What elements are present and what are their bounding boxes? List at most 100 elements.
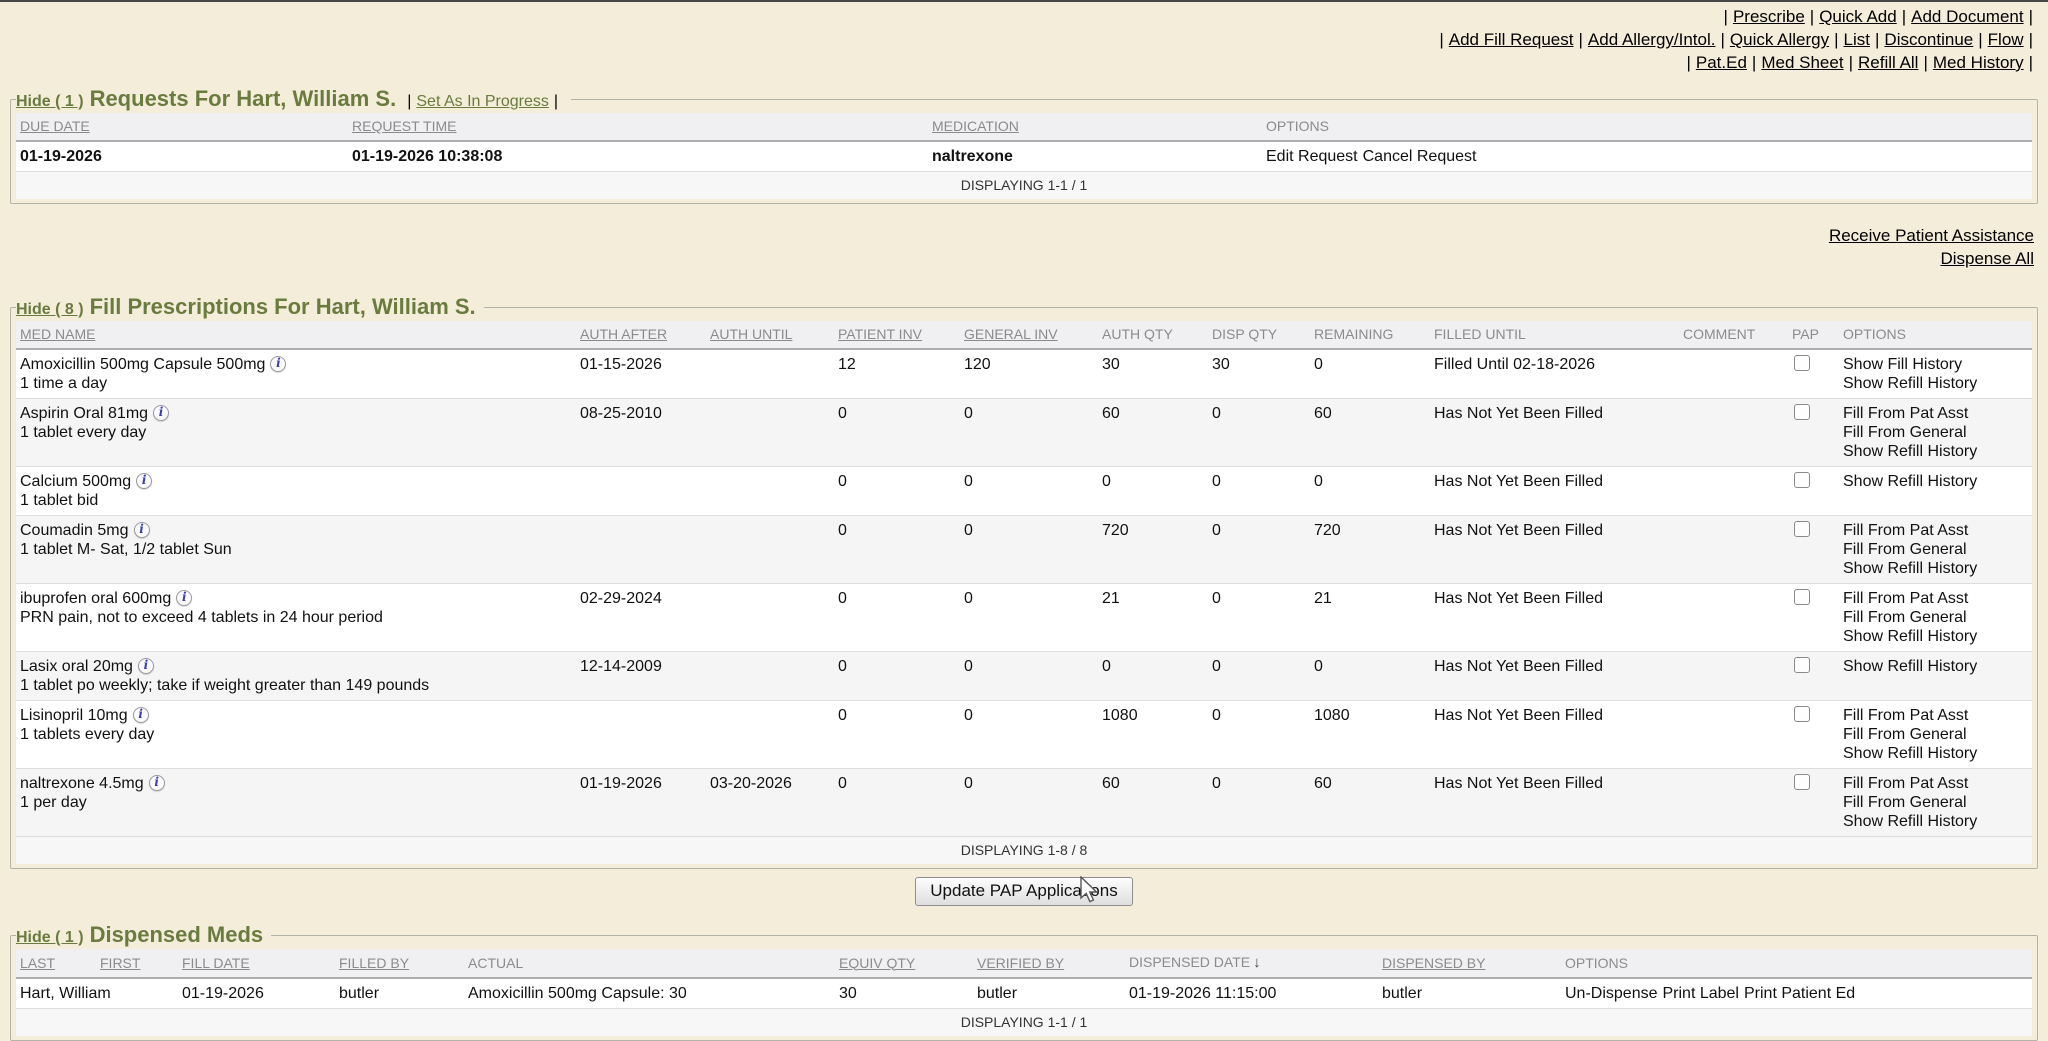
info-icon[interactable]: i (270, 356, 286, 372)
nav-pat-ed[interactable]: Pat.Ed (1696, 53, 1747, 72)
pap-checkbox[interactable] (1794, 774, 1810, 790)
info-icon[interactable]: i (136, 473, 152, 489)
update-pap-applications-button[interactable]: Update PAP Applications (915, 877, 1132, 906)
col-auth-after[interactable]: AUTH AFTER (576, 321, 706, 349)
show-refill-history-link[interactable]: Show Refill History (1843, 442, 2028, 461)
nav-add-allergy-intol[interactable]: Add Allergy/Intol. (1588, 30, 1716, 49)
col-auth-until[interactable]: AUTH UNTIL (706, 321, 834, 349)
patient-inv: 0 (834, 467, 960, 516)
col-equiv-qty[interactable]: EQUIV QTY (835, 949, 973, 978)
fill-hide-link[interactable]: Hide ( 8 ) (16, 301, 84, 318)
show-refill-history-link[interactable]: Show Refill History (1843, 627, 2028, 646)
auth-after (576, 467, 706, 516)
fill-options: Fill From Pat Asst Fill From General Sho… (1839, 769, 2032, 837)
disp-qty: 0 (1208, 516, 1310, 584)
col-dispensed-by[interactable]: DISPENSED BY (1378, 949, 1561, 978)
fill-options: Fill From Pat Asst Fill From General Sho… (1839, 701, 2032, 769)
pap-checkbox[interactable] (1794, 657, 1810, 673)
info-icon[interactable]: i (138, 658, 154, 674)
info-icon[interactable]: i (153, 405, 169, 421)
show-refill-history-link[interactable]: Show Refill History (1843, 744, 2028, 763)
show-fill-history-link[interactable]: Show Fill History (1843, 355, 2028, 374)
remaining: 0 (1310, 652, 1430, 701)
nav-quick-add[interactable]: Quick Add (1819, 7, 1897, 26)
fill-from-pat-asst-link[interactable]: Fill From Pat Asst (1843, 774, 2028, 793)
fill-from-general-link[interactable]: Fill From General (1843, 540, 2028, 559)
col-first[interactable]: FIRST (96, 949, 178, 978)
patient-inv: 0 (834, 399, 960, 467)
general-inv: 0 (960, 701, 1098, 769)
nav-row-3: Pat.Ed Med Sheet Refill All Med History (0, 51, 2038, 74)
pap-checkbox[interactable] (1794, 355, 1810, 371)
dispensed-hide-link[interactable]: Hide ( 1 ) (16, 929, 84, 946)
remaining: 0 (1310, 467, 1430, 516)
un-dispense-link[interactable]: Un-Dispense (1565, 985, 1657, 1002)
med-sig: 1 tablet bid (20, 491, 572, 510)
nav-add-fill-request[interactable]: Add Fill Request (1449, 30, 1574, 49)
show-refill-history-link[interactable]: Show Refill History (1843, 374, 2028, 393)
nav-refill-all[interactable]: Refill All (1858, 53, 1918, 72)
auth-until (706, 399, 834, 467)
nav-discontinue[interactable]: Discontinue (1884, 30, 1973, 49)
pap-checkbox[interactable] (1794, 589, 1810, 605)
print-patient-ed-link[interactable]: Print Patient Ed (1744, 985, 1855, 1002)
show-refill-history-link[interactable]: Show Refill History (1843, 657, 2028, 676)
fill-row-amoxicillin: Amoxicillin 500mg Capsule 500mgi1 time a… (16, 349, 2032, 399)
dispense-all-link[interactable]: Dispense All (0, 247, 2034, 270)
show-refill-history-link[interactable]: Show Refill History (1843, 812, 2028, 831)
filled-until: Has Not Yet Been Filled (1430, 584, 1679, 652)
med-name: Lasix oral 20mg (20, 658, 133, 675)
fill-from-general-link[interactable]: Fill From General (1843, 725, 2028, 744)
pap-checkbox[interactable] (1794, 521, 1810, 537)
nav-add-document[interactable]: Add Document (1911, 7, 2023, 26)
cancel-request-link[interactable]: Cancel Request (1363, 148, 1477, 165)
col-due-date[interactable]: DUE DATE (16, 113, 348, 141)
pap-checkbox[interactable] (1794, 472, 1810, 488)
show-refill-history-link[interactable]: Show Refill History (1843, 559, 2028, 578)
col-request-time[interactable]: REQUEST TIME (348, 113, 928, 141)
receive-patient-assistance-link[interactable]: Receive Patient Assistance (0, 224, 2034, 247)
fill-from-general-link[interactable]: Fill From General (1843, 793, 2028, 812)
fill-from-pat-asst-link[interactable]: Fill From Pat Asst (1843, 589, 2028, 608)
requests-hide-link[interactable]: Hide ( 1 ) (16, 93, 84, 110)
col-fill-date[interactable]: FILL DATE (178, 949, 335, 978)
nav-flow[interactable]: Flow (1988, 30, 2024, 49)
col-verified-by[interactable]: VERIFIED BY (973, 949, 1125, 978)
auth-until (706, 516, 834, 584)
separator (1923, 53, 1927, 72)
pap-checkbox[interactable] (1794, 706, 1810, 722)
fill-from-pat-asst-link[interactable]: Fill From Pat Asst (1843, 404, 2028, 423)
pap-checkbox[interactable] (1794, 404, 1810, 420)
nav-med-sheet[interactable]: Med Sheet (1761, 53, 1843, 72)
nav-med-history[interactable]: Med History (1933, 53, 2024, 72)
col-dispensed-date[interactable]: DISPENSED DATE↓ (1125, 949, 1378, 978)
info-icon[interactable]: i (149, 775, 165, 791)
requests-header-row: DUE DATE REQUEST TIME MEDICATION OPTIONS (16, 113, 2032, 141)
fill-from-general-link[interactable]: Fill From General (1843, 608, 2028, 627)
set-as-in-progress-link[interactable]: Set As In Progress (416, 93, 549, 110)
auth-after (576, 516, 706, 584)
col-filled-by[interactable]: FILLED BY (335, 949, 464, 978)
fill-from-pat-asst-link[interactable]: Fill From Pat Asst (1843, 706, 2028, 725)
col-general-inv[interactable]: GENERAL INV (960, 321, 1098, 349)
info-icon[interactable]: i (134, 522, 150, 538)
show-refill-history-link[interactable]: Show Refill History (1843, 472, 2028, 491)
dispensed-date-label[interactable]: DISPENSED DATE (1129, 954, 1250, 970)
fill-from-general-link[interactable]: Fill From General (1843, 423, 2028, 442)
separator (1686, 53, 1690, 72)
filled-until: Has Not Yet Been Filled (1430, 399, 1679, 467)
print-label-link[interactable]: Print Label (1662, 985, 1739, 1002)
patient-name: Hart, William (16, 978, 178, 1009)
nav-list[interactable]: List (1844, 30, 1870, 49)
fill-options: Show Refill History (1839, 467, 2032, 516)
col-medication[interactable]: MEDICATION (928, 113, 1262, 141)
col-last[interactable]: LAST (16, 949, 96, 978)
fill-from-pat-asst-link[interactable]: Fill From Pat Asst (1843, 521, 2028, 540)
edit-request-link[interactable]: Edit Request (1266, 148, 1358, 165)
nav-prescribe[interactable]: Prescribe (1733, 7, 1805, 26)
info-icon[interactable]: i (176, 590, 192, 606)
col-med-name[interactable]: MED NAME (16, 321, 576, 349)
nav-quick-allergy[interactable]: Quick Allergy (1730, 30, 1829, 49)
info-icon[interactable]: i (133, 707, 149, 723)
col-patient-inv[interactable]: PATIENT INV (834, 321, 960, 349)
